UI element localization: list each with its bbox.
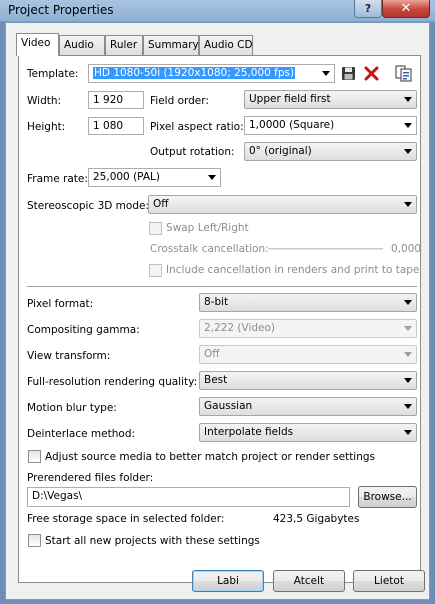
pixel-aspect-combo[interactable]: 1,0000 (Square) [244, 116, 417, 135]
include-cancel-checkbox[interactable] [149, 264, 162, 277]
tab-video[interactable]: Video [16, 33, 59, 56]
render-quality-select[interactable]: Best [199, 371, 417, 390]
template-combo[interactable]: HD 1080-50i (1920x1080; 25,000 fps) [88, 64, 335, 83]
motion-blur-value: Gaussian [204, 400, 253, 412]
render-quality-label: Full-resolution rendering quality: [27, 376, 198, 388]
view-transform-select[interactable]: Off [199, 345, 417, 364]
ok-button[interactable]: Labi [192, 570, 264, 592]
frame-rate-label: Frame rate: [27, 173, 88, 185]
frame-rate-value: 25,000 (PAL) [93, 171, 160, 183]
help-button[interactable]: ? [354, 0, 382, 18]
tab-audio[interactable]: Audio [59, 35, 105, 55]
window-title: Project Properties [8, 3, 114, 17]
template-value: HD 1080-50i (1920x1080; 25,000 fps) [93, 67, 296, 79]
include-cancel-label: Include cancellation in renders and prin… [166, 264, 420, 276]
prerender-label: Prerendered files folder: [27, 472, 154, 484]
copy-info-icon[interactable] [395, 64, 413, 82]
adjust-source-label: Adjust source media to better match proj… [45, 451, 376, 463]
swap-lr-checkbox[interactable] [149, 222, 162, 235]
dialog-body: Video Audio Ruler Summary Audio CD Templ… [5, 22, 430, 600]
chevron-down-icon [404, 202, 412, 207]
template-label: Template: [27, 68, 79, 80]
height-label: Height: [27, 121, 66, 133]
tab-audio-cd[interactable]: Audio CD [199, 35, 253, 55]
compositing-gamma-select[interactable]: 2,222 (Video) [199, 319, 417, 338]
chevron-down-icon [322, 71, 330, 76]
close-button[interactable]: ✕ [382, 0, 430, 18]
tab-ruler[interactable]: Ruler [105, 35, 143, 55]
start-all-checkbox[interactable] [28, 534, 41, 547]
field-order-label: Field order: [150, 95, 209, 107]
chevron-down-icon [404, 430, 412, 435]
chevron-down-icon [208, 175, 216, 180]
cancel-button[interactable]: Atcelt [273, 570, 345, 592]
video-panel: Template: HD 1080-50i (1920x1080; 25,000… [18, 55, 421, 583]
section-divider [27, 286, 417, 287]
chevron-down-icon [404, 404, 412, 409]
deinterlace-select[interactable]: Interpolate fields [199, 423, 417, 442]
compositing-gamma-label: Compositing gamma: [27, 324, 140, 336]
crosstalk-value: 0,000 [391, 243, 422, 255]
render-quality-value: Best [204, 374, 228, 386]
pixel-format-label: Pixel format: [27, 298, 94, 310]
motion-blur-select[interactable]: Gaussian [199, 397, 417, 416]
chevron-down-icon [404, 149, 412, 154]
save-icon[interactable] [341, 66, 356, 81]
width-label: Width: [27, 95, 62, 107]
deinterlace-value: Interpolate fields [204, 426, 294, 438]
crosstalk-label: Crosstalk cancellation: [150, 243, 269, 255]
chevron-down-icon [404, 97, 412, 102]
browse-button[interactable]: Browse... [358, 486, 417, 508]
free-space-label: Free storage space in selected folder: [27, 513, 225, 525]
free-space-value: 423,5 Gigabytes [273, 513, 360, 525]
stereo-mode-value: Off [153, 198, 169, 210]
field-order-select[interactable]: Upper field first [244, 90, 417, 109]
field-order-value: Upper field first [249, 93, 331, 105]
tab-summary[interactable]: Summary [143, 35, 199, 55]
view-transform-label: View transform: [27, 350, 111, 362]
height-input[interactable]: 1 080 [88, 117, 144, 135]
chevron-down-icon [404, 378, 412, 383]
stereo-mode-label: Stereoscopic 3D mode: [27, 200, 149, 212]
view-transform-value: Off [204, 348, 220, 360]
chevron-down-icon [404, 326, 412, 331]
pixel-aspect-label: Pixel aspect ratio: [150, 121, 244, 133]
output-rotation-value: 0° (original) [249, 145, 312, 157]
crosstalk-slider[interactable] [268, 248, 383, 250]
chevron-down-icon [404, 300, 412, 305]
adjust-source-checkbox[interactable] [28, 450, 41, 463]
title-bar: Project Properties ? ✕ [0, 0, 435, 22]
chevron-down-icon [404, 123, 412, 128]
prerender-folder-input[interactable]: D:\Vegas\ [27, 487, 350, 507]
compositing-gamma-value: 2,222 (Video) [204, 322, 276, 334]
pixel-aspect-value: 1,0000 (Square) [249, 119, 335, 131]
pixel-format-select[interactable]: 8-bit [199, 293, 417, 312]
motion-blur-label: Motion blur type: [27, 402, 117, 414]
width-input[interactable]: 1 920 [88, 91, 144, 109]
start-all-label: Start all new projects with these settin… [45, 535, 260, 547]
deinterlace-label: Deinterlace method: [27, 428, 136, 440]
swap-lr-label: Swap Left/Right [166, 222, 249, 234]
apply-button[interactable]: Lietot [353, 570, 425, 592]
output-rotation-label: Output rotation: [150, 146, 235, 158]
output-rotation-select[interactable]: 0° (original) [244, 142, 417, 161]
delete-icon[interactable] [364, 66, 379, 81]
stereo-mode-select[interactable]: Off [148, 195, 417, 214]
chevron-down-icon [404, 352, 412, 357]
frame-rate-combo[interactable]: 25,000 (PAL) [88, 168, 221, 187]
pixel-format-value: 8-bit [204, 296, 229, 308]
